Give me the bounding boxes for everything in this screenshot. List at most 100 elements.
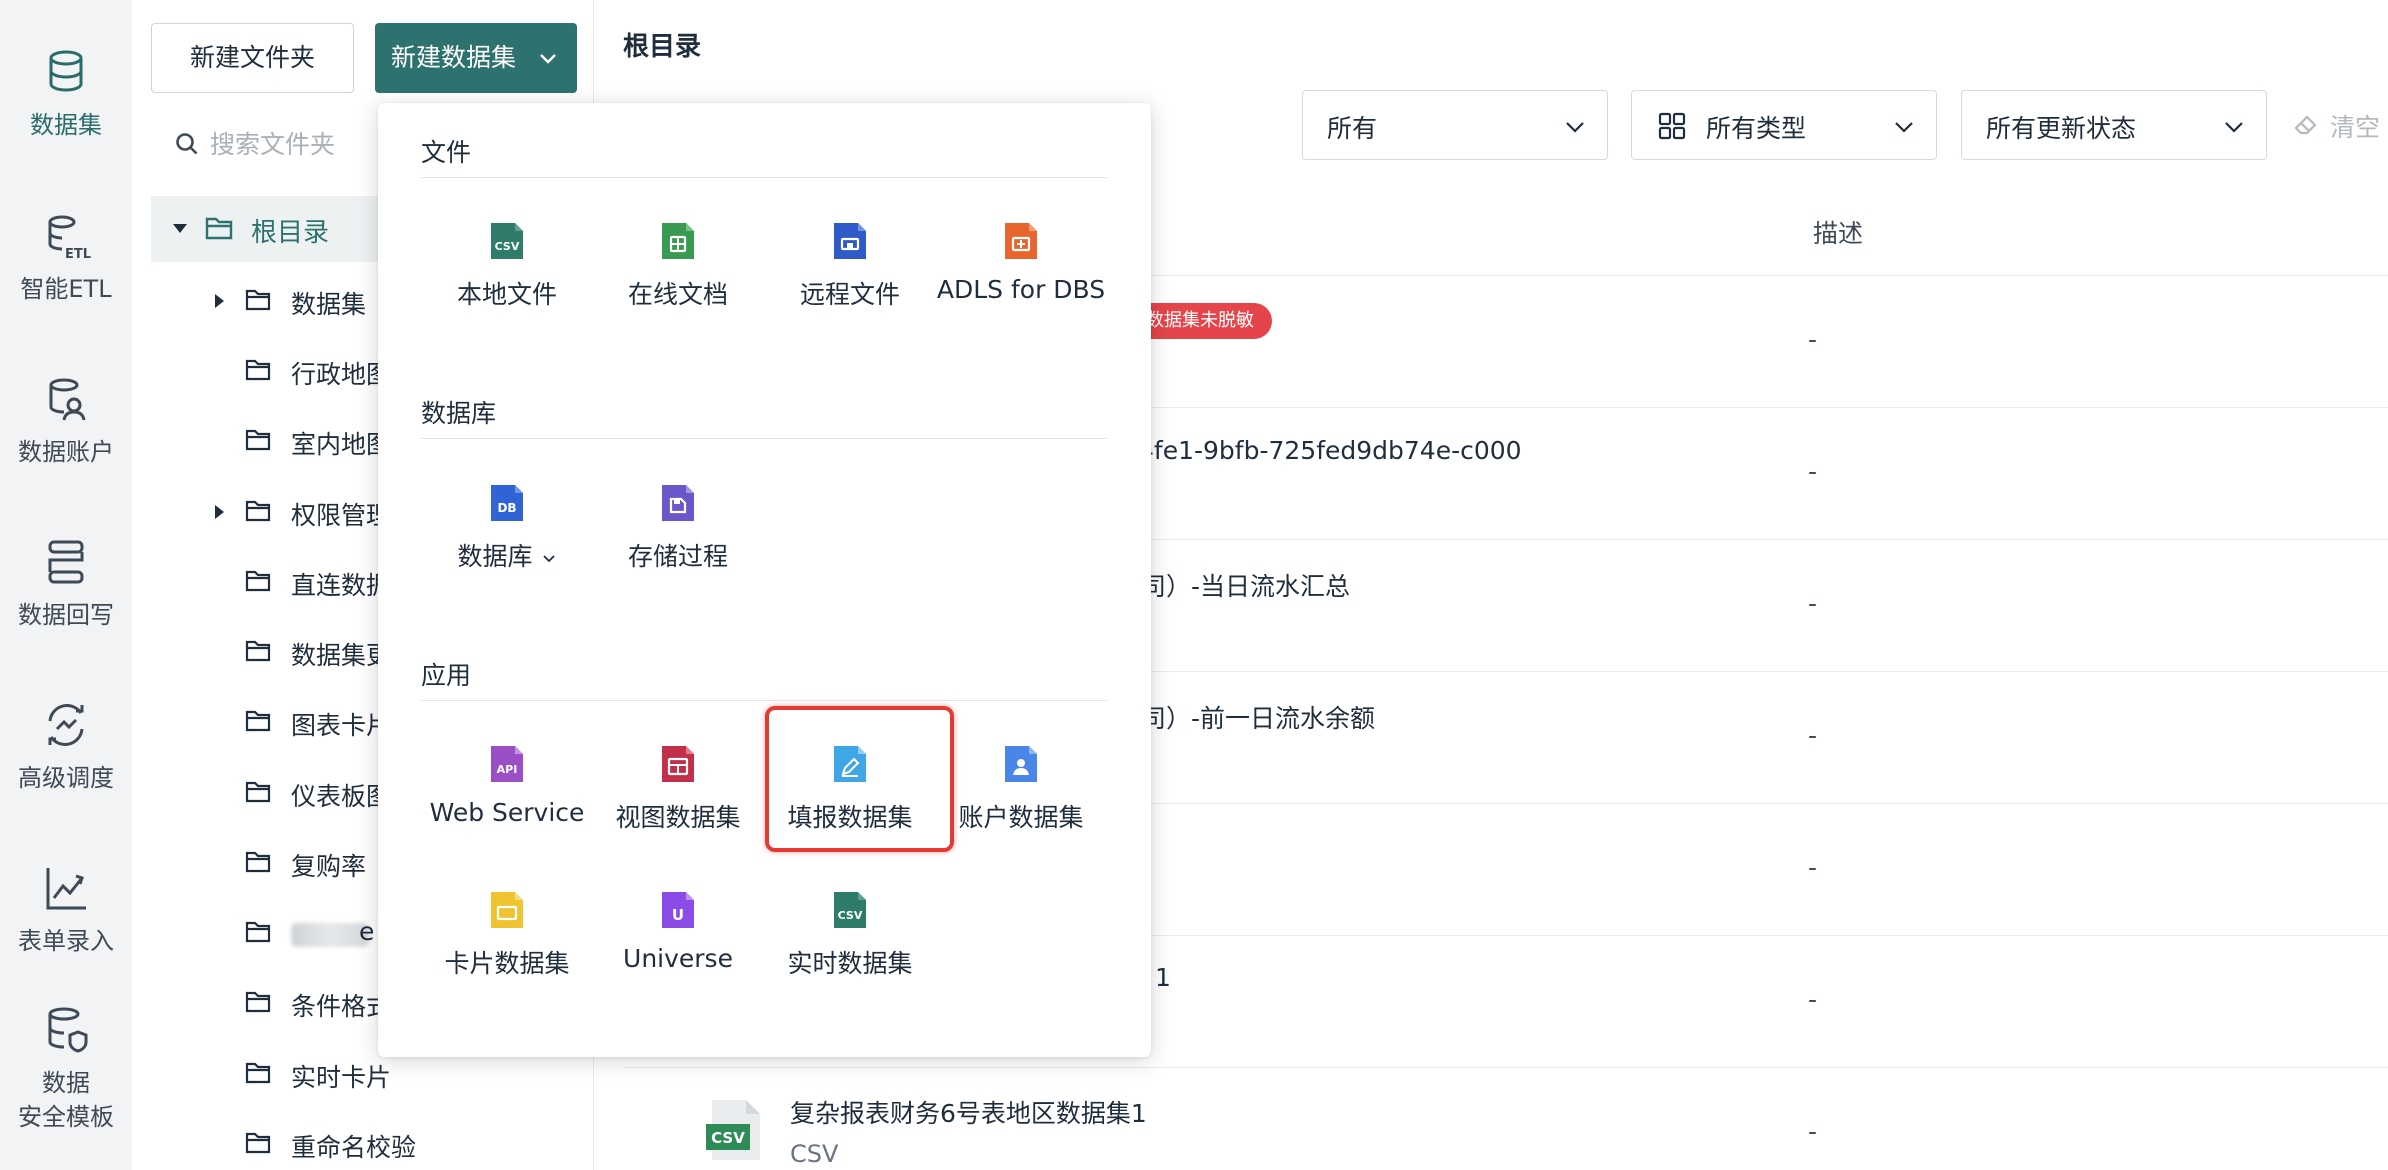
data-account-icon [49, 378, 86, 421]
rail-item-label: 数据回写 [18, 601, 114, 629]
spreadsheet-file-icon [662, 223, 694, 259]
menu-item-remote-file[interactable]: 远程文件 [764, 221, 936, 331]
folder-icon [245, 921, 271, 943]
row-description: - [1808, 721, 1818, 750]
menu-item-label: 实时数据集 [787, 949, 913, 978]
dataset-name[interactable]: 复杂报表财务6号表地区数据集1 [790, 1094, 1147, 1130]
row-name-fragment[interactable]: 4fe1-9bfb-725fed9db74e-c000 [1138, 436, 1522, 465]
tree-item[interactable]: 权限管理 [215, 492, 391, 532]
csv-file-icon: CSV [491, 223, 523, 259]
rail-item-data-account[interactable]: 数据账户 [0, 373, 132, 467]
menu-item-fill-report-dataset[interactable]: 填报数据集 [764, 744, 936, 854]
rail-item-label: 高级调度 [18, 764, 114, 792]
menu-item-web-service[interactable]: API Web Service [421, 744, 593, 854]
caret-right-icon[interactable] [211, 293, 227, 309]
tree-item[interactable]: 仪表板图 [245, 773, 391, 813]
row-name-fragment[interactable]: 1 [1155, 963, 1171, 992]
folder-icon [245, 570, 271, 592]
tree-item[interactable]: 条件格式 [245, 983, 391, 1023]
caret-right-icon[interactable] [211, 504, 227, 520]
folder-icon [245, 1062, 271, 1084]
etl-icon: ETL [48, 215, 91, 262]
eraser-icon [2294, 115, 2317, 135]
menu-item-label: 在线文档 [627, 280, 728, 309]
row-description: - [1808, 853, 1818, 882]
tree-item-label: 复购率 [291, 852, 367, 881]
row-description: - [1808, 457, 1818, 486]
tree-root-label: 根目录 [251, 218, 330, 248]
menu-item-card-dataset[interactable]: 卡片数据集 [421, 890, 593, 1000]
folder-icon [245, 289, 271, 311]
menu-item-adls-for-dbs[interactable]: ADLS for DBS [935, 221, 1107, 331]
new-dataset-dropdown-menu: 文件 CSV 本地文件 在线文档 远程文件 ADLS for DBS 数据库 D… [378, 103, 1151, 1057]
rail-item-datasets[interactable]: 数据集 [0, 46, 132, 140]
rail-item-label: 数据集 [30, 111, 102, 139]
menu-item-label: Web Service [429, 798, 585, 827]
rail-item-smart-etl[interactable]: ETL 智能ETL [0, 210, 132, 304]
csv-icon-text: CSV [495, 240, 520, 253]
chevron-down-icon [1566, 122, 1584, 133]
folder-search [168, 122, 388, 166]
menu-item-local-file[interactable]: CSV 本地文件 [421, 221, 593, 331]
chevron-down-icon [542, 555, 555, 563]
folder-icon [245, 851, 271, 873]
type-filter-value: 所有类型 [1706, 114, 1807, 143]
row-description: - [1808, 1117, 1818, 1146]
folder-icon [245, 1132, 271, 1154]
tree-item-label: 权限管理 [291, 501, 392, 530]
stored-procedure-icon [662, 485, 694, 521]
menu-item-label-wrap: 数据库 [421, 537, 593, 573]
redacted-text [291, 923, 369, 947]
row-name-fragment[interactable]: 司）-当日流水汇总 [1141, 567, 1350, 603]
tree-item[interactable]: 数据集更 [245, 632, 391, 672]
tree-item[interactable]: 行政地图 [245, 351, 391, 391]
row-name-fragment[interactable]: 司）-前一日流水余额 [1141, 699, 1375, 735]
menu-item-realtime-dataset[interactable]: CSV 实时数据集 [764, 890, 936, 1000]
csv-file-icon: CSV [706, 1100, 760, 1160]
row-description: - [1808, 985, 1818, 1014]
tree-item[interactable]: 图表卡片 [245, 702, 391, 742]
caret-down-icon[interactable] [171, 219, 189, 237]
db-icon-text: DB [497, 501, 516, 515]
section-title-file: 文件 [421, 138, 472, 167]
rail-item-security-template[interactable]: 数据 安全模板 [0, 1004, 132, 1132]
menu-item-database[interactable]: DB 数据库 [421, 483, 593, 593]
new-folder-button[interactable]: 新建文件夹 [151, 23, 354, 93]
fill-report-icon [834, 746, 866, 782]
menu-item-view-dataset[interactable]: 视图数据集 [592, 744, 764, 854]
rail-item-label: 表单录入 [18, 927, 114, 955]
rail-item-data-writeback[interactable]: 数据回写 [0, 536, 132, 630]
update-status-filter-select[interactable]: 所有更新状态 [1961, 90, 2267, 160]
menu-item-label: 账户数据集 [958, 803, 1084, 832]
tree-item[interactable]: 复购率 [245, 843, 375, 883]
new-dataset-button[interactable]: 新建数据集 [375, 23, 577, 93]
schedule-icon [48, 704, 84, 746]
menu-item-universe[interactable]: U Universe [592, 890, 764, 1000]
tree-item[interactable]: 室内地图 [245, 421, 391, 461]
chevron-down-icon [2225, 122, 2243, 133]
menu-item-label: 本地文件 [456, 280, 557, 309]
menu-item-stored-procedure[interactable]: 存储过程 [592, 483, 764, 593]
section-title-database: 数据库 [421, 399, 497, 428]
type-filter-select[interactable]: 所有类型 [1631, 90, 1937, 160]
tree-item-label: 图表卡片 [291, 711, 392, 740]
tree-item[interactable]: 重命名校验 [245, 1124, 445, 1164]
folder-icon [245, 991, 271, 1013]
tree-item[interactable]: 数据集 [215, 281, 366, 321]
remote-file-icon [834, 223, 866, 259]
tree-item-label: 重命名校验 [291, 1133, 417, 1162]
folder-icon [245, 500, 271, 522]
menu-item-online-doc[interactable]: 在线文档 [592, 221, 764, 331]
menu-item-label: 填报数据集 [787, 803, 913, 832]
tree-item[interactable]: 实时卡片 [245, 1054, 445, 1094]
csv-icon-text: CSV [838, 909, 863, 922]
menu-item-label: 卡片数据集 [444, 949, 570, 978]
folder-search-input[interactable] [210, 122, 380, 166]
owner-filter-select[interactable]: 所有 [1302, 90, 1608, 160]
svg-text:ETL: ETL [65, 247, 91, 262]
rail-item-advanced-schedule[interactable]: 高级调度 [0, 699, 132, 793]
menu-item-account-dataset[interactable]: 账户数据集 [935, 744, 1107, 854]
tree-item[interactable]: e [245, 913, 375, 953]
tree-item[interactable]: 直连数据 [245, 562, 391, 602]
rail-item-form-entry[interactable]: 表单录入 [0, 862, 132, 956]
